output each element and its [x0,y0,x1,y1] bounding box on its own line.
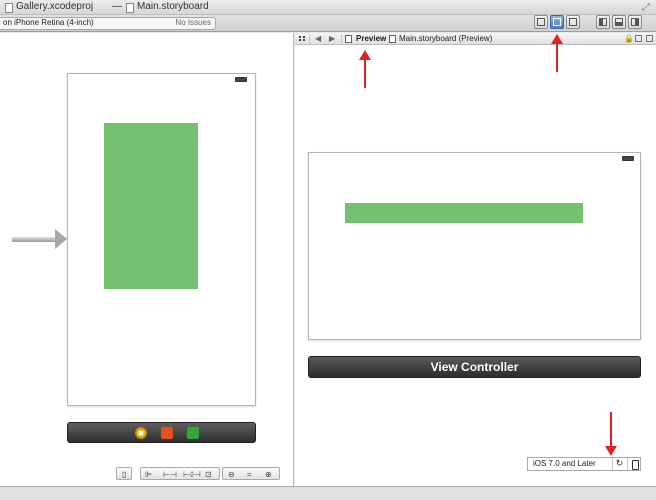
jump-bar-divider [341,34,342,44]
assistant-editor-button[interactable] [550,15,564,29]
utilities-toggle-button[interactable] [628,15,642,29]
preview-landscape-scene [308,152,641,340]
close-assistant-icon[interactable] [646,35,653,42]
activity-status-field: on iPhone Retina (4-inch) No Issues [0,17,216,30]
zoom-in-icon[interactable]: ⊕ [265,470,272,479]
toolbar: on iPhone Retina (4-inch) No Issues [0,15,656,32]
assistant-editor-icon [553,18,561,26]
green-view-preview [345,203,583,223]
rotate-device-icon[interactable]: ↻ [612,458,626,470]
debug-panel-icon [615,18,623,26]
title-separator: — [112,1,122,12]
layout-controls-group: ⊫ ⊢⊣ ⊢◊⊣ ⊡ [140,467,220,480]
breadcrumb-chevron-icon: › [383,34,386,43]
debug-area-toggle-button[interactable] [612,15,626,29]
align-icon[interactable]: ⊫ [145,470,152,479]
ios-version-control[interactable]: iOS 7.0 and Later ↻ [527,457,641,471]
pin-icon[interactable]: ⊢⊣ [163,470,177,479]
version-editor-icon [569,18,577,26]
device-type-icon[interactable] [627,458,641,470]
first-responder-icon[interactable] [135,427,147,439]
jump-bar-divider [309,34,310,44]
annotation-arrow-preview [359,50,371,88]
annotation-arrow-assistant-editor [551,34,563,72]
navigator-panel-icon [599,18,607,26]
preview-menu[interactable]: Preview [356,34,386,43]
preview-file-breadcrumb[interactable]: Main.storyboard (Preview) [399,34,492,43]
window-title-bar: Gallery.xcodeproj — Main.storyboard ⤢ [0,0,656,15]
ios-version-label[interactable]: iOS 7.0 and Later [533,459,596,468]
green-view[interactable] [104,123,198,289]
storyboard-file-icon [126,3,134,13]
project-file-icon [5,3,13,13]
zoom-reset-icon[interactable]: = [247,470,252,479]
related-items-icon[interactable] [299,36,305,41]
back-arrow-icon[interactable]: ◀ [315,34,321,43]
annotation-arrow-rotate [605,412,617,456]
issues-status: No Issues [175,18,211,27]
exit-icon[interactable] [187,427,199,439]
view-controller-label: View Controller [308,356,641,378]
jump-bar: ◀ ▶ Preview › Main.storyboard (Preview) … [295,33,656,45]
zoom-out-icon[interactable]: ⊖ [228,470,235,479]
navigator-toggle-button[interactable] [596,15,610,29]
scene-dock [67,422,256,443]
battery-icon [622,156,634,161]
utilities-panel-icon [631,18,639,26]
run-destination: on iPhone Retina (4-inch) [3,18,94,27]
initial-scene-arrow [12,237,56,242]
standard-editor-icon [537,18,545,26]
initial-scene-arrow-head [55,229,67,249]
device-icon: ▯ [122,470,127,479]
standard-editor-button[interactable] [534,15,548,29]
window-bottom-bar [0,486,656,500]
add-assistant-icon[interactable] [635,35,642,42]
preview-icon [345,35,352,43]
resolve-icon[interactable]: ⊢◊⊣ [183,470,201,479]
version-editor-button[interactable] [566,15,580,29]
zoom-controls-group: ⊖ = ⊕ [222,467,280,480]
file-title: Main.storyboard [137,1,209,12]
project-title: Gallery.xcodeproj [16,1,94,12]
fullscreen-icon[interactable]: ⤢ [642,2,650,13]
resizing-icon[interactable]: ⊡ [205,470,212,479]
forward-arrow-icon[interactable]: ▶ [329,34,335,43]
view-controller-icon[interactable] [161,427,173,439]
lock-icon[interactable]: 🔒 [624,34,634,43]
battery-icon [235,77,247,82]
device-form-factor-button[interactable]: ▯ [116,467,132,480]
storyboard-file-icon [389,35,396,43]
